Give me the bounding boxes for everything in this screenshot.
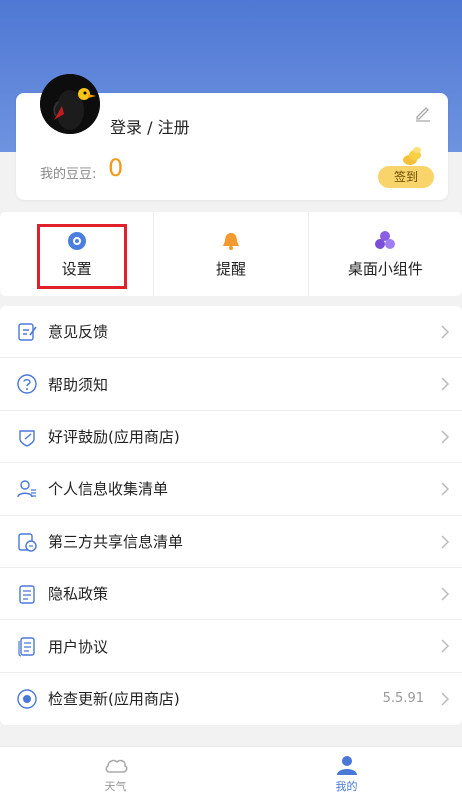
chevron-right-icon — [441, 482, 450, 496]
settings-shortcut[interactable]: 设置 — [0, 212, 153, 296]
update-icon — [17, 689, 37, 709]
chevron-right-icon — [441, 587, 450, 601]
menu-item-label: 用户协议 — [48, 637, 109, 656]
tab-weather-label: 天气 — [104, 779, 127, 793]
menu-item-label: 好评鼓励(应用商店) — [48, 427, 180, 446]
menu-item-label: 帮助须知 — [48, 375, 109, 394]
menu-item-rating[interactable]: 好评鼓励(应用商店) — [0, 411, 462, 464]
chevron-right-icon — [441, 692, 450, 706]
gear-icon — [67, 231, 86, 250]
settings-label: 设置 — [61, 259, 92, 278]
rating-icon — [19, 430, 35, 447]
help-icon — [17, 374, 37, 395]
shortcut-bar: 设置 提醒 桌面小组件 — [0, 212, 462, 296]
beans-value: 0 — [108, 154, 124, 182]
widget-label: 桌面小组件 — [347, 259, 423, 278]
person-icon — [336, 755, 357, 775]
reminder-shortcut[interactable]: 提醒 — [153, 212, 307, 296]
menu-item-third-party[interactable]: 第三方共享信息清单 — [0, 516, 462, 568]
signin-label: 签到 — [378, 166, 434, 188]
feedback-icon — [18, 323, 37, 341]
chevron-right-icon — [441, 377, 450, 391]
reminder-label: 提醒 — [215, 259, 246, 278]
tab-weather[interactable]: 天气 — [0, 747, 231, 800]
avatar[interactable] — [40, 74, 100, 134]
tab-mine[interactable]: 我的 — [231, 747, 462, 800]
beans-label: 我的豆豆: — [40, 167, 97, 182]
menu-item-label: 检查更新(应用商店) — [48, 690, 180, 709]
menu-item-label: 个人信息收集清单 — [48, 480, 169, 499]
chevron-right-icon — [441, 639, 450, 653]
share-list-icon — [18, 532, 37, 552]
menu-item-check-update[interactable]: 检查更新(应用商店) 5.5.91 — [0, 673, 462, 725]
user-list-icon — [17, 480, 36, 498]
menu-item-agreement[interactable]: 用户协议 — [0, 620, 462, 673]
agreement-icon — [18, 637, 35, 657]
settings-menu: 意见反馈 帮助须知 好评鼓励(应用商店) 个人信息收集清单 第三方共享信息清单 … — [0, 306, 462, 726]
menu-item-help[interactable]: 帮助须知 — [0, 358, 462, 411]
tab-mine-label: 我的 — [335, 779, 358, 793]
widget-shortcut[interactable]: 桌面小组件 — [307, 212, 462, 296]
bell-icon — [222, 232, 239, 250]
login-register-link[interactable]: 登录 / 注册 — [110, 114, 190, 138]
menu-item-privacy[interactable]: 隐私政策 — [0, 568, 462, 621]
chevron-right-icon — [441, 430, 450, 444]
cloud-icon — [105, 759, 127, 773]
menu-item-personal-info[interactable]: 个人信息收集清单 — [0, 463, 462, 516]
chevron-right-icon — [441, 535, 450, 549]
edit-icon[interactable] — [414, 104, 432, 122]
bottom-tab-bar: 天气 我的 — [0, 746, 462, 800]
penguin-avatar-icon — [40, 74, 100, 134]
menu-item-label: 意见反馈 — [48, 323, 109, 342]
privacy-icon — [19, 585, 35, 604]
version-number: 5.5.91 — [382, 691, 424, 707]
menu-item-label: 隐私政策 — [48, 585, 109, 604]
signin-button[interactable]: 签到 — [378, 146, 434, 190]
menu-item-label: 第三方共享信息清单 — [48, 532, 184, 551]
widget-icon — [375, 230, 396, 249]
menu-item-feedback[interactable]: 意见反馈 — [0, 306, 462, 359]
chevron-right-icon — [441, 325, 450, 339]
